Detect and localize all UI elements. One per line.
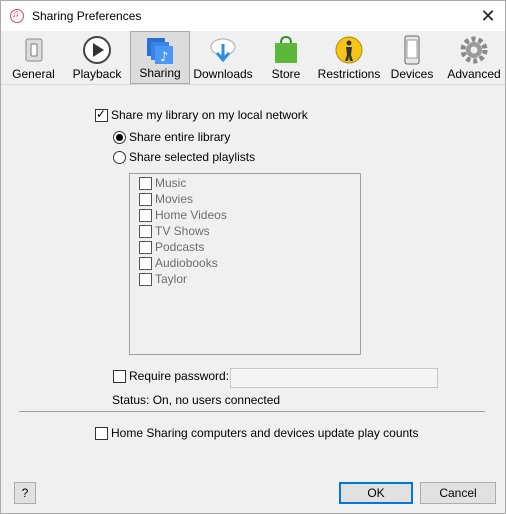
tab-store-label: Store (271, 67, 301, 81)
tab-sharing-label: Sharing (139, 66, 181, 80)
tab-store[interactable]: Store (263, 31, 309, 84)
download-cloud-icon (210, 38, 236, 63)
share-selected-label: Share selected playlists (129, 150, 256, 164)
ok-button[interactable]: OK (339, 482, 413, 504)
tab-restrictions-label: Restrictions (317, 67, 381, 81)
password-field[interactable] (230, 368, 438, 388)
tab-sharing[interactable]: ♪ Sharing (130, 31, 190, 84)
playlist-item: Taylor (155, 272, 188, 286)
share-selected-radio[interactable] (113, 151, 126, 164)
window-title: Sharing Preferences (32, 9, 142, 23)
share-entire-radio[interactable] (113, 131, 126, 144)
playlist-item: TV Shows (155, 224, 210, 238)
playlist-checkbox[interactable] (139, 273, 152, 286)
share-library-label: Share my library on my local network (111, 108, 308, 122)
itunes-app-icon (10, 9, 24, 23)
title-bar: Sharing Preferences ✕ (1, 1, 505, 31)
playlist-checkbox[interactable] (139, 177, 152, 190)
cancel-button[interactable]: Cancel (420, 482, 496, 504)
update-play-counts-label: Home Sharing computers and devices updat… (111, 426, 419, 440)
tab-devices[interactable]: Devices (389, 31, 435, 84)
tab-playback-label: Playback (72, 67, 122, 81)
store-bag-icon (275, 35, 297, 63)
device-phone-icon (404, 35, 420, 65)
preferences-toolbar: General Playback ♪ Sharing Downloads Sto… (1, 31, 505, 85)
playlist-item: Movies (155, 192, 194, 206)
share-library-checkbox[interactable] (95, 107, 108, 122)
playlist-checkbox[interactable] (139, 257, 152, 270)
tab-general-label: General (12, 67, 55, 81)
tab-advanced-label: Advanced (447, 67, 501, 81)
restrictions-icon (335, 36, 363, 64)
tab-playback[interactable]: Playback (67, 31, 127, 84)
tab-general[interactable]: General (5, 31, 62, 84)
playlist-item: Podcasts (155, 240, 205, 254)
general-switch-icon (25, 38, 42, 62)
playlist-checkbox[interactable] (139, 241, 152, 254)
playlist-item: Audiobooks (155, 256, 218, 270)
playlist-checkbox[interactable] (139, 193, 152, 206)
tab-advanced[interactable]: Advanced (445, 31, 503, 84)
preferences-window: Sharing Preferences ✕ General Playback (0, 0, 506, 514)
playlist-listbox[interactable]: Music Movies Home Videos TV Shows Podcas… (129, 173, 361, 355)
share-entire-label: Share entire library (129, 130, 231, 144)
tab-restrictions[interactable]: Restrictions (317, 31, 381, 84)
sharing-music-icon: ♪ (147, 38, 173, 65)
playlist-item: Music (155, 176, 187, 190)
tab-downloads-label: Downloads (193, 67, 253, 81)
divider (19, 411, 485, 412)
tab-downloads[interactable]: Downloads (192, 31, 254, 84)
require-password-label: Require password: (129, 369, 230, 383)
tab-devices-label: Devices (390, 67, 434, 81)
playlist-checkbox[interactable] (139, 225, 152, 238)
playlist-checkbox[interactable] (139, 209, 152, 222)
playlist-item: Home Videos (155, 208, 227, 222)
gear-icon (460, 36, 488, 64)
update-play-counts-checkbox[interactable] (95, 427, 108, 440)
close-icon[interactable]: ✕ (471, 1, 505, 31)
sharing-status: Status: On, no users connected (112, 393, 281, 407)
play-icon (83, 36, 111, 64)
help-button[interactable]: ? (14, 482, 36, 504)
require-password-checkbox[interactable] (113, 370, 126, 383)
svg-text:♪: ♪ (160, 50, 168, 65)
